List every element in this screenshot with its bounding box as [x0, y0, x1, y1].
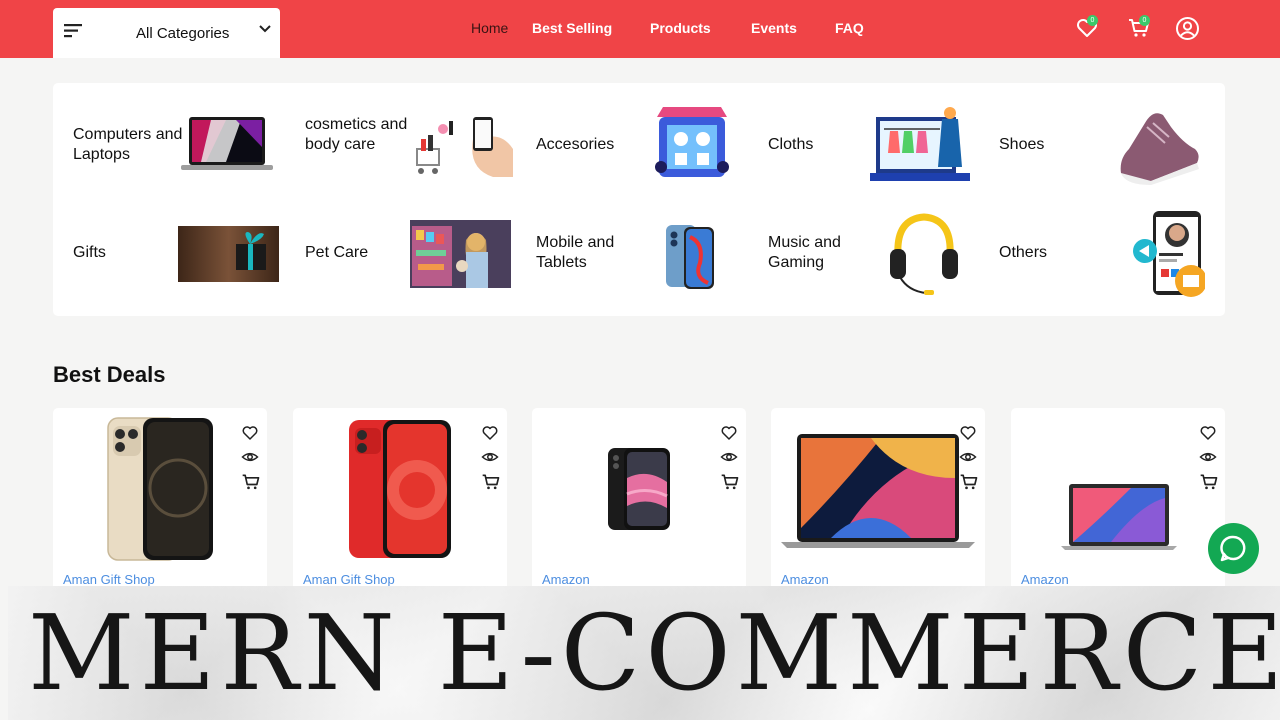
- cart-icon[interactable]: [481, 472, 501, 492]
- pet-care-image: [410, 220, 511, 288]
- heart-icon[interactable]: [241, 424, 259, 442]
- headphones-image: [890, 213, 958, 295]
- product-actions: [959, 424, 979, 498]
- laptop-image: [181, 117, 273, 170]
- macbook-pro-image: [781, 434, 975, 548]
- category-label: Pet Care: [305, 244, 369, 261]
- nav-best-selling[interactable]: Best Selling: [532, 20, 612, 36]
- others-image: [1133, 211, 1205, 297]
- cart-icon[interactable]: [241, 472, 261, 492]
- category-label: Computers and Laptops: [73, 126, 183, 163]
- title-banner: MERN E-COMMERCE: [8, 586, 1280, 720]
- eye-icon[interactable]: [959, 448, 977, 466]
- iphone-gold-image: [107, 417, 213, 561]
- category-label: Shoes: [999, 136, 1045, 153]
- nav-faq[interactable]: FAQ: [835, 20, 864, 36]
- wishlist-button[interactable]: 0: [1075, 15, 1099, 45]
- category-music-gaming[interactable]: Music and Gaming: [748, 209, 978, 299]
- product-actions: [241, 424, 261, 498]
- accessories-image: [655, 107, 729, 177]
- category-shoes[interactable]: Shoes: [979, 99, 1209, 189]
- category-mobile-tablets[interactable]: Mobile and Tablets: [516, 209, 746, 299]
- shop-name-link[interactable]: Amazon: [1021, 572, 1069, 587]
- category-label: Gifts: [73, 244, 106, 261]
- product-actions: [481, 424, 501, 498]
- heart-icon[interactable]: [959, 424, 977, 442]
- category-cosmetics[interactable]: cosmetics and body care: [285, 99, 515, 189]
- eye-icon[interactable]: [1199, 448, 1217, 466]
- category-label: Music and Gaming: [768, 234, 841, 271]
- shoes-image: [1120, 113, 1199, 185]
- best-deals-heading: Best Deals: [53, 362, 166, 387]
- product-card[interactable]: Aman Gift Shop: [53, 408, 267, 598]
- user-icon: [1176, 17, 1199, 40]
- category-gifts[interactable]: Gifts: [53, 209, 283, 299]
- product-actions: [1199, 424, 1219, 498]
- product-card[interactable]: Amazon: [1011, 408, 1225, 598]
- cosmetics-image: [416, 117, 513, 177]
- category-cloths[interactable]: Cloths: [748, 99, 978, 189]
- cart-button[interactable]: 0: [1127, 15, 1151, 45]
- product-actions: [720, 424, 740, 498]
- profile-button[interactable]: [1175, 16, 1200, 46]
- eye-icon[interactable]: [241, 448, 259, 466]
- cart-icon[interactable]: [720, 472, 740, 492]
- category-label: Cloths: [768, 136, 814, 153]
- nav-products[interactable]: Products: [650, 20, 711, 36]
- shop-name-link[interactable]: Aman Gift Shop: [63, 572, 155, 587]
- heart-icon[interactable]: [720, 424, 738, 442]
- gift-image: [178, 226, 279, 282]
- categories-panel: Computers and Laptops cosmetics and body…: [53, 83, 1225, 316]
- eye-icon[interactable]: [720, 448, 738, 466]
- cart-icon[interactable]: [959, 472, 979, 492]
- menu-icon: [64, 24, 82, 38]
- phone-image: [666, 225, 714, 289]
- category-label: Others: [999, 244, 1048, 261]
- banner-title: MERN E-COMMERCE: [28, 592, 1280, 714]
- macbook-air-image: [1061, 484, 1177, 550]
- category-label: Mobile and Tablets: [536, 234, 615, 271]
- product-card[interactable]: Amazon: [532, 408, 746, 598]
- all-categories-dropdown[interactable]: All Categories: [53, 8, 280, 58]
- shop-name-link[interactable]: Aman Gift Shop: [303, 572, 395, 587]
- cart-icon[interactable]: [1199, 472, 1219, 492]
- chat-button[interactable]: [1208, 523, 1259, 574]
- all-categories-label: All Categories: [136, 25, 230, 42]
- nav-home[interactable]: Home: [471, 20, 508, 36]
- product-card[interactable]: Amazon: [771, 408, 985, 598]
- category-pet-care[interactable]: Pet Care: [285, 209, 515, 299]
- wishlist-count-badge: 0: [1087, 15, 1098, 26]
- chevron-down-icon: [259, 25, 271, 33]
- shop-name-link[interactable]: Amazon: [542, 572, 590, 587]
- category-accessories[interactable]: Accesories: [516, 99, 746, 189]
- iphone-black-image: [608, 448, 670, 530]
- category-label: cosmetics and body care: [305, 116, 408, 153]
- cloths-image: [870, 107, 970, 181]
- category-label: Accesories: [536, 136, 615, 153]
- chat-icon: [1220, 535, 1246, 562]
- product-card[interactable]: Aman Gift Shop: [293, 408, 507, 598]
- eye-icon[interactable]: [481, 448, 499, 466]
- category-computers-laptops[interactable]: Computers and Laptops: [53, 99, 283, 189]
- category-others[interactable]: Others: [979, 209, 1209, 299]
- shop-name-link[interactable]: Amazon: [781, 572, 829, 587]
- heart-icon[interactable]: [1199, 424, 1217, 442]
- top-header: All Categories Home Best Selling Product…: [0, 0, 1280, 58]
- nav-events[interactable]: Events: [751, 20, 797, 36]
- iphone-red-image: [349, 420, 451, 558]
- cart-count-badge: 0: [1139, 15, 1150, 26]
- heart-icon[interactable]: [481, 424, 499, 442]
